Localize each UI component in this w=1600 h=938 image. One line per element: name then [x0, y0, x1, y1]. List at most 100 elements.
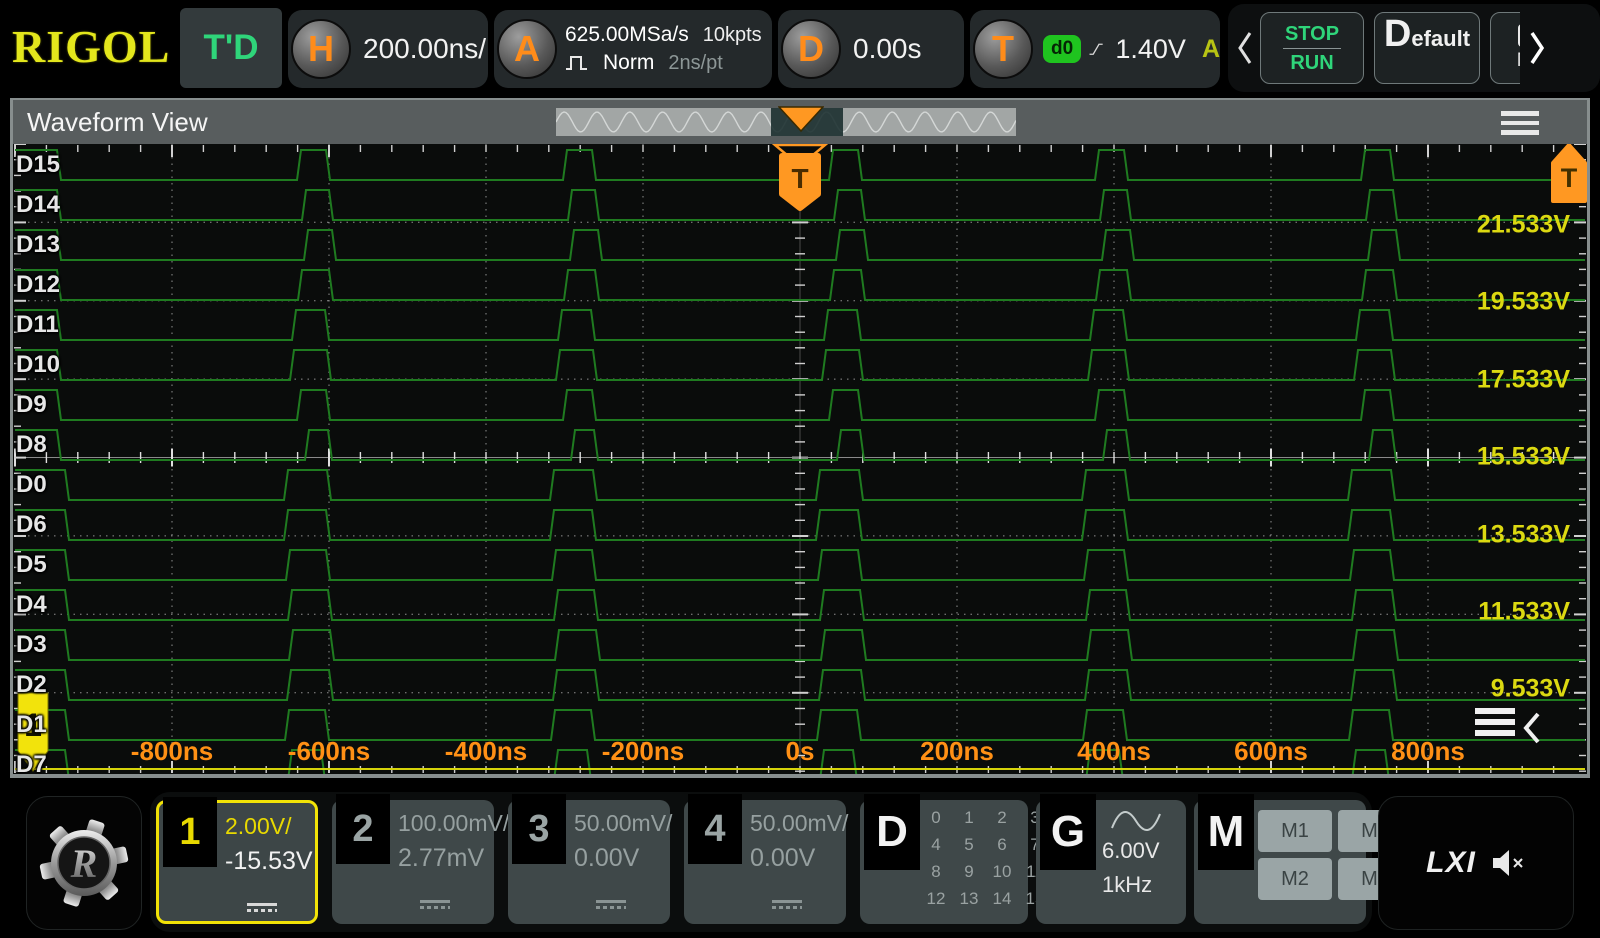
- voltage-label-5: 11.533V: [1478, 597, 1570, 626]
- delay-settings[interactable]: D 0.00s: [778, 10, 964, 88]
- delay-value: 0.00s: [853, 33, 922, 64]
- dc-coupling-icon: [420, 900, 450, 909]
- run-label: RUN: [1290, 51, 1334, 74]
- generator-amplitude: 6.00V: [1102, 838, 1160, 863]
- acquisition-settings[interactable]: A 625.00MSa/s 10kpts Norm 2ns/pt: [494, 10, 772, 88]
- digital-channel-10: 10: [992, 862, 1012, 881]
- math-button-M1[interactable]: M1: [1258, 810, 1332, 852]
- digital-channel-9: 9: [964, 862, 974, 881]
- channel-label-D6: D6: [16, 511, 47, 538]
- digital-channel-6: 6: [997, 835, 1007, 854]
- rigol-logo: RIGOL: [12, 21, 171, 72]
- pulse-wave-icon: [566, 56, 587, 70]
- voltage-label-0: 21.533V: [1476, 210, 1570, 239]
- time-label-7: 600ns: [1234, 736, 1308, 766]
- digital-channel-0: 0: [931, 808, 941, 827]
- digital-channel-numbers: 0 1 2 3 4 5 6 7 8 9 10 11 12 13 14 15: [924, 808, 1047, 909]
- acquisition-values: 625.00MSa/s 10kpts Norm 2ns/pt: [565, 23, 762, 75]
- voltage-label-2: 17.533V: [1476, 365, 1570, 394]
- generator-card-tab: G: [1040, 794, 1096, 870]
- channel-3-scale: 50.00mV/: [574, 810, 673, 836]
- channel-4-number: 4: [688, 794, 742, 864]
- channel-1-offset: -15.53V: [225, 847, 313, 875]
- digital-channel-12: 12: [926, 889, 946, 908]
- time-label-3: -200ns: [601, 736, 685, 766]
- channel-label-D0: D0: [16, 471, 47, 498]
- math-card-tab: M: [1198, 794, 1254, 870]
- acquisition-mode-value: Norm: [603, 51, 655, 74]
- channel-2-card[interactable]: 2 100.00mV/2.77mV: [332, 794, 509, 924]
- horizontal-knob-icon[interactable]: H: [291, 19, 351, 79]
- svg-text:T: T: [791, 163, 808, 194]
- dc-coupling-icon: [247, 903, 277, 912]
- acquisition-knob-icon[interactable]: A: [497, 19, 557, 79]
- stop-label: STOP: [1284, 22, 1340, 45]
- channel-label-D4: D4: [16, 591, 47, 618]
- default-button[interactable]: Default: [1374, 12, 1480, 84]
- channel-label-D15: D15: [16, 151, 61, 178]
- channel-label-D8: D8: [16, 431, 47, 458]
- trigger-status-indicator[interactable]: T'D: [180, 8, 282, 88]
- channel-label-D1: D1: [16, 711, 47, 738]
- channel-label-D11: D11: [16, 311, 59, 338]
- menu-icon[interactable]: [1501, 111, 1539, 140]
- horizontal-settings[interactable]: H 200.00ns/: [288, 10, 488, 88]
- channel-cards-group: 1 2.00V/ -15.53V 2 100.00mV/2.77mV 3 50.00mV/0…: [150, 792, 1412, 932]
- time-label-4: 0s: [785, 736, 815, 766]
- channel-label-D13: D13: [16, 231, 61, 258]
- channel-1-number: 1: [163, 797, 217, 867]
- generator-frequency: 1kHz: [1102, 872, 1153, 897]
- trigger-source-badge: d0: [1043, 35, 1082, 63]
- waveform-grid[interactable]: T T 1 D15 D14 D13 D12 D11 D10 D9 D8 D0 D6 D5 D4 D3 D2 D1 D…: [13, 144, 1587, 774]
- sine-wave-icon: [1111, 811, 1161, 831]
- delay-knob-icon[interactable]: D: [781, 19, 841, 79]
- trigger-knob-icon[interactable]: T: [973, 19, 1033, 79]
- trigger-sweep-auto: A: [1201, 34, 1220, 63]
- waveform-view-panel: Waveform View T T 1 D15 D14 D13 D12 D11 D10 D9 D8 D…: [10, 98, 1590, 778]
- time-label-6: 400ns: [1077, 736, 1151, 766]
- channel-4-card[interactable]: 4 50.00mV/0.00V: [684, 794, 848, 924]
- voltage-label-1: 19.533V: [1476, 287, 1570, 316]
- waveform-view-titlebar[interactable]: Waveform View: [13, 100, 1587, 144]
- time-label-0: -800ns: [130, 736, 214, 766]
- channel-label-D12: D12: [16, 271, 61, 298]
- channel-3-card[interactable]: 3 50.00mV/0.00V: [508, 794, 673, 924]
- top-controls-group: STOP RUN Default Me: [1228, 4, 1600, 92]
- chevron-right-icon[interactable]: [1528, 28, 1546, 68]
- dc-coupling-icon: [772, 900, 802, 909]
- waveform-view-title: Waveform View: [27, 107, 208, 137]
- digital-channel-14: 14: [992, 889, 1012, 908]
- voltage-label-3: 15.533V: [1476, 442, 1570, 471]
- chevron-left-icon[interactable]: [1236, 28, 1254, 68]
- horizontal-scale-value: 200.00ns/: [363, 33, 486, 64]
- overview-trigger-marker[interactable]: [778, 105, 824, 133]
- speaker-muted-icon[interactable]: [1490, 846, 1526, 880]
- channel-2-number: 2: [336, 794, 390, 864]
- digital-channel-4: 4: [931, 835, 941, 854]
- generator-card[interactable]: G 6.00V 1kHz: [1036, 794, 1186, 924]
- divider: [1283, 47, 1341, 49]
- stop-run-button[interactable]: STOP RUN: [1260, 12, 1364, 84]
- lxi-status[interactable]: LXI: [1378, 796, 1574, 930]
- memory-depth-value: 10kpts: [702, 23, 762, 46]
- waveform-overview-strip[interactable]: [555, 105, 1017, 136]
- math-button-M2[interactable]: M2: [1258, 858, 1332, 900]
- channel-1-card[interactable]: 1 2.00V/ -15.53V: [156, 797, 318, 924]
- default-label-initial: D: [1383, 13, 1412, 55]
- digital-channels-card[interactable]: D 0 1 2 3 4 5 6 7 8 9 10 11 12 13 14 15: [860, 794, 1044, 924]
- rigol-gear-logo[interactable]: R: [26, 796, 142, 930]
- trigger-settings[interactable]: T d0 1.40V A: [970, 10, 1220, 88]
- oscilloscope-screen: RIGOL T'D H 200.00ns/ A 625.00MSa/s 10kp…: [0, 0, 1600, 938]
- collapse-labels-icon[interactable]: [1475, 708, 1545, 750]
- voltage-label-6: 9.533V: [1490, 674, 1570, 703]
- lxi-label: LXI: [1426, 846, 1476, 879]
- rising-edge-icon: [1089, 43, 1103, 55]
- channel-1-scale: 2.00V/: [225, 813, 292, 839]
- bottom-status-bar: R 1 2.00V/ -15.53V 2 100.00mV/2.77mV 3 50.00mV…: [0, 780, 1600, 938]
- channel-label-D7: D7: [16, 751, 47, 775]
- trigger-level-value: 1.40V: [1115, 33, 1186, 64]
- digital-channel-2: 2: [997, 808, 1007, 827]
- digital-channel-13: 13: [959, 889, 979, 908]
- math-card[interactable]: M M1 M3 M2 M4: [1194, 794, 1412, 924]
- digital-channel-5: 5: [964, 835, 974, 854]
